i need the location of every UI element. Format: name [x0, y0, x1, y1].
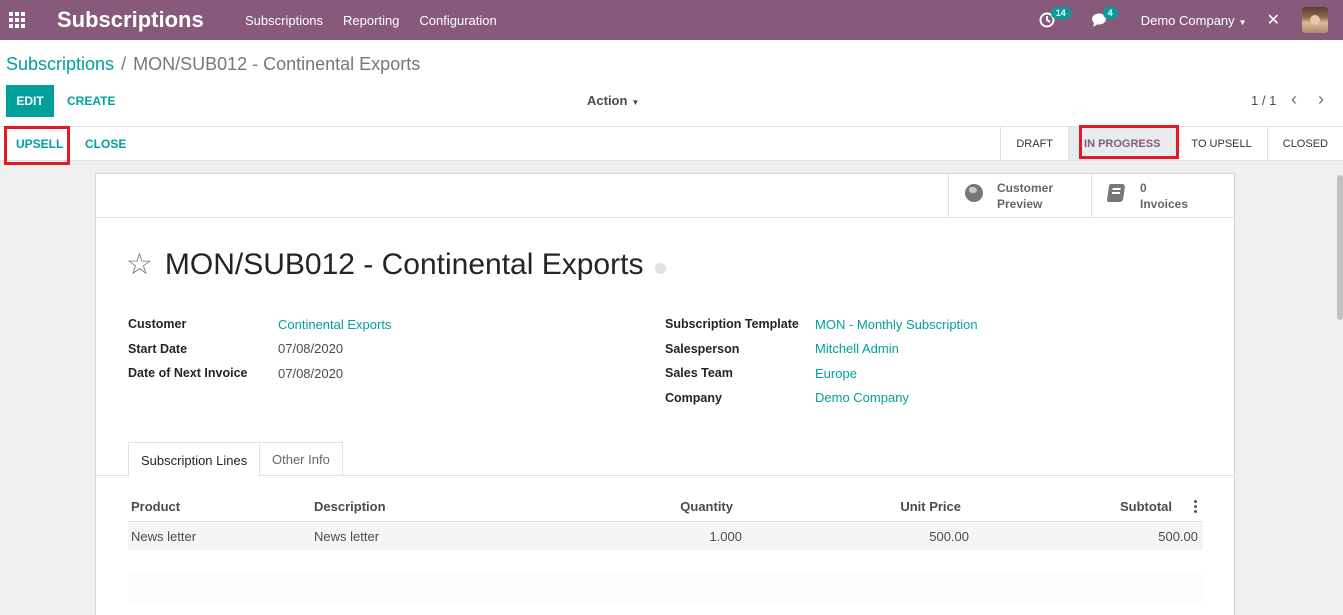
invoices-button[interactable]: 0 Invoices	[1091, 174, 1234, 218]
page-scrollbar[interactable]	[1337, 175, 1343, 320]
menu-reporting[interactable]: Reporting	[343, 13, 399, 28]
field-label: Salesperson	[665, 341, 740, 356]
empty-table-row	[128, 574, 1203, 602]
record-title: MON/SUB012 - Continental Exports	[164, 248, 644, 281]
company-name: Demo Company	[1140, 12, 1235, 28]
upsell-button[interactable]: UPSELL	[16, 137, 63, 151]
action-dropdown[interactable]: Action ▼	[587, 93, 639, 108]
cell-product: News letter	[131, 528, 197, 544]
company-link[interactable]: Demo Company	[815, 390, 909, 405]
menu-subscriptions[interactable]: Subscriptions	[245, 13, 323, 28]
field-label: Customer	[128, 317, 187, 332]
field-label: Date of Next Invoice	[128, 366, 248, 381]
title-row: ☆ MON/SUB012 - Continental Exports	[126, 248, 667, 282]
template-link[interactable]: MON - Monthly Subscription	[815, 317, 978, 332]
preview-line2: Preview	[997, 197, 1043, 211]
notebook-tabs: Subscription Lines Other Info	[96, 442, 1235, 477]
field-salesperson: Salesperson Mitchell Admin	[665, 337, 978, 362]
caret-down-icon: ▼	[1238, 17, 1247, 27]
field-sales-team: Sales Team Europe	[665, 361, 978, 386]
header-description[interactable]: Description	[314, 499, 386, 514]
smart-button-box: Customer Preview 0 Invoices	[95, 174, 1234, 218]
table-header: Product Description Quantity Unit Price …	[128, 492, 1203, 522]
cell-quantity: 1.000	[709, 528, 742, 544]
right-field-group: Subscription Template MON - Monthly Subs…	[665, 312, 978, 410]
invoices-label: Invoices	[1140, 197, 1189, 211]
sales-team-link[interactable]: Europe	[815, 366, 857, 381]
header-quantity[interactable]: Quantity	[680, 499, 733, 514]
globe-icon	[965, 184, 987, 208]
app-title: Subscriptions	[57, 7, 204, 32]
company-switcher[interactable]: Demo Company ▼	[1141, 13, 1247, 28]
activity-icon[interactable]: 14	[1039, 0, 1071, 40]
table-row[interactable]: News letter News letter 1.000 500.00 500…	[128, 522, 1203, 550]
pager-previous-icon[interactable]: ‹	[1291, 89, 1297, 110]
kanban-state-dot[interactable]	[655, 262, 667, 274]
tab-other-info[interactable]: Other Info	[260, 442, 343, 476]
preview-line1: Customer	[997, 181, 1054, 195]
field-company: Company Demo Company	[665, 386, 978, 411]
pager-value[interactable]: 1 / 1	[1251, 93, 1276, 108]
edit-button[interactable]: EDIT	[6, 85, 54, 117]
breadcrumb: Subscriptions / MON/SUB012 - Continental…	[6, 54, 420, 75]
optional-columns-icon[interactable]	[1194, 500, 1198, 513]
top-navbar: Subscriptions Subscriptions Reporting Co…	[0, 0, 1343, 40]
breadcrumb-separator: /	[121, 54, 127, 74]
create-button[interactable]: CREATE	[67, 94, 115, 108]
close-debug-icon[interactable]: ✕	[1267, 10, 1280, 30]
cell-unit-price: 500.00	[929, 528, 969, 544]
cell-subtotal: 500.00	[1158, 528, 1198, 544]
left-field-group: Customer Continental Exports Start Date …	[128, 312, 391, 386]
star-icon[interactable]: ☆	[126, 250, 153, 280]
activity-count-badge: 14	[1050, 7, 1071, 19]
field-customer: Customer Continental Exports	[128, 312, 391, 337]
header-subtotal[interactable]: Subtotal	[1120, 499, 1172, 514]
header-unit-price[interactable]: Unit Price	[900, 499, 961, 514]
stage-in-progress[interactable]: In Progress	[1068, 127, 1176, 160]
next-invoice-date-value: 07/08/2020	[278, 365, 344, 381]
breadcrumb-current: MON/SUB012 - Continental Exports	[133, 54, 421, 74]
breadcrumb-subscriptions-link[interactable]: Subscriptions	[6, 54, 114, 75]
field-label: Start Date	[128, 341, 188, 356]
book-icon	[1106, 184, 1130, 208]
customer-preview-button[interactable]: Customer Preview	[948, 174, 1091, 218]
field-label: Sales Team	[665, 366, 733, 381]
stage-closed[interactable]: Closed	[1266, 127, 1343, 160]
menu-configuration[interactable]: Configuration	[419, 13, 496, 28]
form-sheet: Customer Preview 0 Invoices ☆ MON/SUB012…	[95, 173, 1235, 615]
caret-down-icon: ▼	[631, 98, 640, 107]
action-label: Action	[587, 93, 628, 108]
tab-subscription-lines[interactable]: Subscription Lines	[128, 442, 261, 477]
stage-to-upsell[interactable]: To Upsell	[1175, 127, 1266, 160]
customer-link[interactable]: Continental Exports	[278, 317, 391, 332]
field-label: Company	[665, 390, 722, 405]
pager-next-icon[interactable]: ›	[1318, 89, 1324, 110]
field-next-invoice-date: Date of Next Invoice 07/08/2020	[128, 361, 391, 386]
apps-menu-icon[interactable]	[2, 0, 32, 40]
subscription-lines-table: Product Description Quantity Unit Price …	[128, 492, 1203, 550]
field-start-date: Start Date 07/08/2020	[128, 337, 391, 362]
messages-icon[interactable]: 4	[1091, 0, 1118, 40]
user-avatar[interactable]	[1302, 7, 1328, 33]
header-product[interactable]: Product	[131, 499, 180, 514]
main-menu: Subscriptions Reporting Configuration	[245, 13, 517, 28]
salesperson-link[interactable]: Mitchell Admin	[815, 341, 899, 356]
message-count-badge: 4	[1102, 7, 1118, 19]
systray: 14 4 Demo Company ▼ ✕	[1039, 0, 1343, 40]
statusbar: UPSELL CLOSE Draft In Progress To Upsell…	[0, 127, 1343, 161]
stage-selector: Draft In Progress To Upsell Closed	[1000, 127, 1343, 160]
control-panel: Subscriptions / MON/SUB012 - Continental…	[0, 40, 1343, 127]
close-button[interactable]: CLOSE	[85, 137, 126, 151]
field-label: Subscription Template	[665, 317, 799, 332]
start-date-value: 07/08/2020	[278, 341, 344, 357]
cell-description: News letter	[314, 528, 380, 544]
invoices-count: 0	[1140, 181, 1147, 195]
field-subscription-template: Subscription Template MON - Monthly Subs…	[665, 312, 978, 337]
stage-draft[interactable]: Draft	[1000, 127, 1068, 160]
